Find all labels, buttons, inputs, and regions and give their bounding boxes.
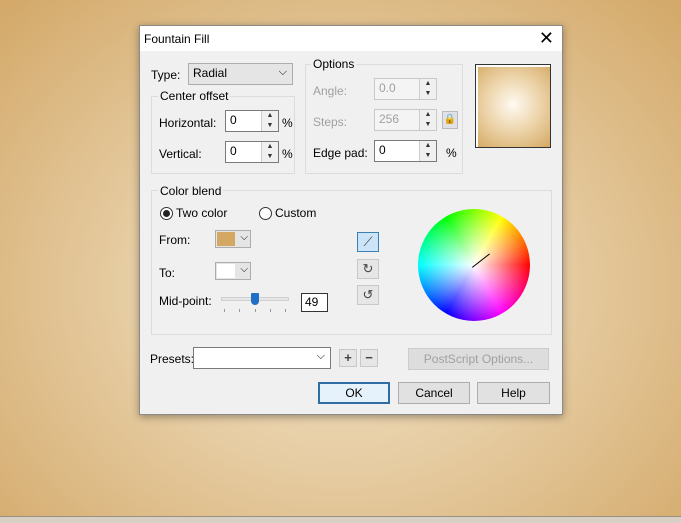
down-arrow-icon[interactable]: ▼	[262, 152, 278, 162]
down-arrow-icon[interactable]: ▼	[420, 89, 436, 99]
horizontal-spinner[interactable]: ▲ ▼	[261, 111, 278, 131]
from-color-swatch	[217, 232, 235, 246]
type-select[interactable]: Radial ⌵	[188, 63, 293, 85]
fill-preview	[475, 64, 551, 148]
edge-pad-input[interactable]: 0 ▲ ▼	[374, 140, 437, 162]
clockwise-blend-icon[interactable]: ↻	[357, 259, 379, 279]
counterclockwise-blend-icon[interactable]: ↺	[357, 285, 379, 305]
chevron-down-icon: ⌵	[278, 66, 287, 78]
angle-value: 0.0	[379, 81, 396, 95]
presets-select[interactable]: ⌵	[193, 347, 331, 369]
to-color-swatch	[217, 264, 235, 278]
color-wheel[interactable]	[418, 209, 530, 321]
up-arrow-icon[interactable]: ▲	[262, 142, 278, 152]
midpoint-slider-thumb[interactable]	[251, 293, 260, 305]
vertical-value: 0	[230, 144, 237, 158]
horizontal-label: Horizontal:	[159, 116, 217, 130]
up-arrow-icon[interactable]: ▲	[262, 111, 278, 121]
percent-label: %	[282, 147, 293, 161]
angle-label: Angle:	[313, 84, 348, 98]
custom-label: Custom	[275, 206, 317, 220]
to-color-picker[interactable]: ⌵	[215, 262, 251, 280]
from-label: From:	[159, 233, 191, 247]
chevron-down-icon: ⌵	[240, 232, 248, 243]
steps-label: Steps:	[313, 115, 348, 129]
remove-preset-icon[interactable]: −	[360, 349, 378, 367]
angle-spinner[interactable]: ▲ ▼	[419, 79, 436, 99]
taskbar-strip	[0, 516, 681, 523]
add-preset-icon[interactable]: +	[339, 349, 357, 367]
title-bar: Fountain Fill ✕	[140, 26, 562, 51]
direct-blend-icon[interactable]: ⟋	[357, 232, 379, 252]
blend-path-line	[472, 253, 490, 268]
custom-radio[interactable]: Custom	[259, 206, 316, 220]
edge-pad-label: Edge pad:	[313, 146, 368, 160]
fountain-fill-dialog: Fountain Fill ✕ Type: Radial ⌵ Center of…	[139, 25, 563, 415]
down-arrow-icon[interactable]: ▼	[262, 121, 278, 131]
dialog-title: Fountain Fill	[144, 32, 210, 46]
edge-pad-spinner[interactable]: ▲ ▼	[419, 141, 436, 161]
close-icon[interactable]: ✕	[539, 28, 554, 49]
angle-input[interactable]: 0.0 ▲ ▼	[374, 78, 437, 100]
cancel-button[interactable]: Cancel	[398, 382, 470, 404]
two-color-radio[interactable]: Two color	[160, 206, 227, 220]
midpoint-input[interactable]: 49	[301, 293, 328, 312]
lock-icon[interactable]: 🔒	[442, 111, 458, 129]
up-arrow-icon[interactable]: ▲	[420, 79, 436, 89]
type-label: Type:	[151, 68, 181, 82]
up-arrow-icon[interactable]: ▲	[420, 141, 436, 151]
chevron-down-icon: ⌵	[316, 350, 325, 362]
postscript-options-button[interactable]: PostScript Options...	[408, 348, 549, 370]
slider-ticks	[224, 309, 286, 312]
radio-unchecked-icon	[259, 206, 272, 220]
ok-button[interactable]: OK	[318, 382, 390, 404]
two-color-label: Two color	[176, 206, 228, 220]
type-value: Radial	[193, 66, 228, 80]
horizontal-value: 0	[230, 113, 237, 127]
to-label: To:	[159, 266, 176, 280]
edge-pad-value: 0	[379, 143, 386, 157]
percent-label: %	[446, 146, 457, 160]
color-blend-title: Color blend	[158, 184, 224, 198]
vertical-input[interactable]: 0 ▲ ▼	[225, 141, 279, 163]
radio-checked-icon	[160, 206, 173, 220]
midpoint-value: 49	[305, 295, 319, 309]
down-arrow-icon[interactable]: ▼	[420, 151, 436, 161]
options-title: Options	[311, 57, 357, 71]
vertical-label: Vertical:	[159, 147, 202, 161]
center-offset-title: Center offset	[158, 89, 231, 103]
presets-label: Presets:	[150, 352, 195, 366]
help-button[interactable]: Help	[477, 382, 550, 404]
steps-input[interactable]: 256 ▲ ▼	[374, 109, 437, 131]
vertical-spinner[interactable]: ▲ ▼	[261, 142, 278, 162]
steps-value: 256	[379, 112, 400, 126]
horizontal-input[interactable]: 0 ▲ ▼	[225, 110, 279, 132]
chevron-down-icon: ⌵	[240, 264, 248, 275]
percent-label: %	[282, 116, 293, 130]
down-arrow-icon[interactable]: ▼	[420, 120, 436, 130]
from-color-picker[interactable]: ⌵	[215, 230, 251, 248]
midpoint-label: Mid-point:	[159, 294, 212, 308]
steps-spinner[interactable]: ▲ ▼	[419, 110, 436, 130]
up-arrow-icon[interactable]: ▲	[420, 110, 436, 120]
